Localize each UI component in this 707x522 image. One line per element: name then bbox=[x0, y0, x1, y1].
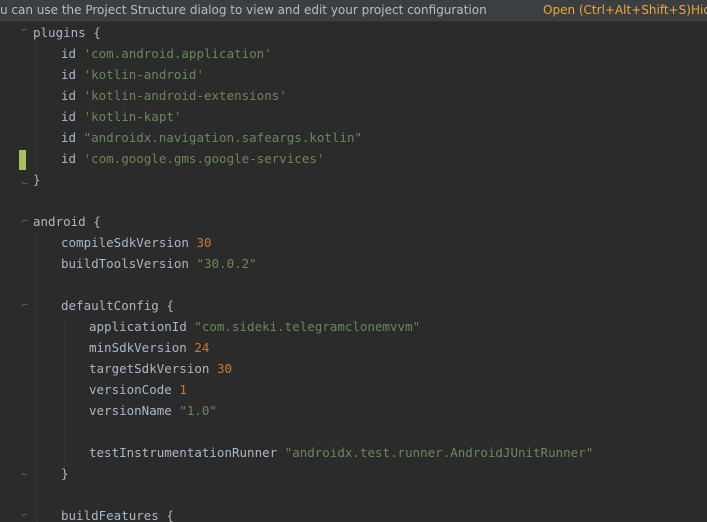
fold-open-icon[interactable]: ⌐ bbox=[21, 218, 30, 227]
code-line: id 'kotlin-kapt' bbox=[61, 109, 182, 124]
fold-open-icon[interactable]: ⌐ bbox=[21, 302, 30, 311]
code-line: id 'kotlin-android' bbox=[61, 67, 204, 82]
code-line: plugins { bbox=[33, 25, 101, 40]
fold-open-icon[interactable]: ⌐ bbox=[21, 27, 30, 36]
indent-guide bbox=[36, 44, 37, 178]
code-line: android { bbox=[33, 214, 101, 229]
banner-message: u can use the Project Structure dialog t… bbox=[0, 3, 487, 17]
code-line: buildFeatures { bbox=[61, 508, 174, 522]
notification-banner: u can use the Project Structure dialog t… bbox=[0, 0, 707, 22]
open-project-structure-link[interactable]: Open (Ctrl+Alt+Shift+S) bbox=[543, 0, 691, 21]
code-line: versionCode 1 bbox=[89, 382, 187, 397]
code-line: id 'com.google.gms.google-services' bbox=[61, 151, 325, 166]
code-line: testInstrumentationRunner "androidx.test… bbox=[89, 445, 594, 460]
code-line: compileSdkVersion 30 bbox=[61, 235, 212, 250]
editor-gutter: ⌐ ⌙ ⌐ ⌐ ⌙ ⌐ bbox=[0, 22, 30, 522]
indent-guide bbox=[36, 234, 37, 522]
hide-banner-link[interactable]: Hid bbox=[691, 0, 707, 21]
fold-open-icon[interactable]: ⌐ bbox=[21, 512, 30, 521]
code-line: id 'kotlin-android-extensions' bbox=[61, 88, 287, 103]
code-editor[interactable]: ⌐ ⌙ ⌐ ⌐ ⌙ ⌐ plugins { id 'com.android.ap… bbox=[0, 22, 707, 522]
code-line: } bbox=[33, 172, 41, 187]
code-line: id "androidx.navigation.safeargs.kotlin" bbox=[61, 130, 363, 145]
code-line: buildToolsVersion "30.0.2" bbox=[61, 256, 257, 271]
code-line: id 'com.android.application' bbox=[61, 46, 272, 61]
code-line: minSdkVersion 24 bbox=[89, 340, 210, 355]
code-line: targetSdkVersion 30 bbox=[89, 361, 232, 376]
code-line: applicationId "com.sideki.telegramclonem… bbox=[89, 319, 421, 334]
fold-close-icon[interactable]: ⌙ bbox=[21, 179, 30, 188]
indent-guide bbox=[64, 318, 65, 478]
fold-close-icon[interactable]: ⌙ bbox=[21, 470, 30, 479]
code-line: defaultConfig { bbox=[61, 298, 174, 313]
code-line: } bbox=[61, 466, 69, 481]
code-line: versionName "1.0" bbox=[89, 403, 217, 418]
changed-line-marker bbox=[19, 150, 26, 170]
